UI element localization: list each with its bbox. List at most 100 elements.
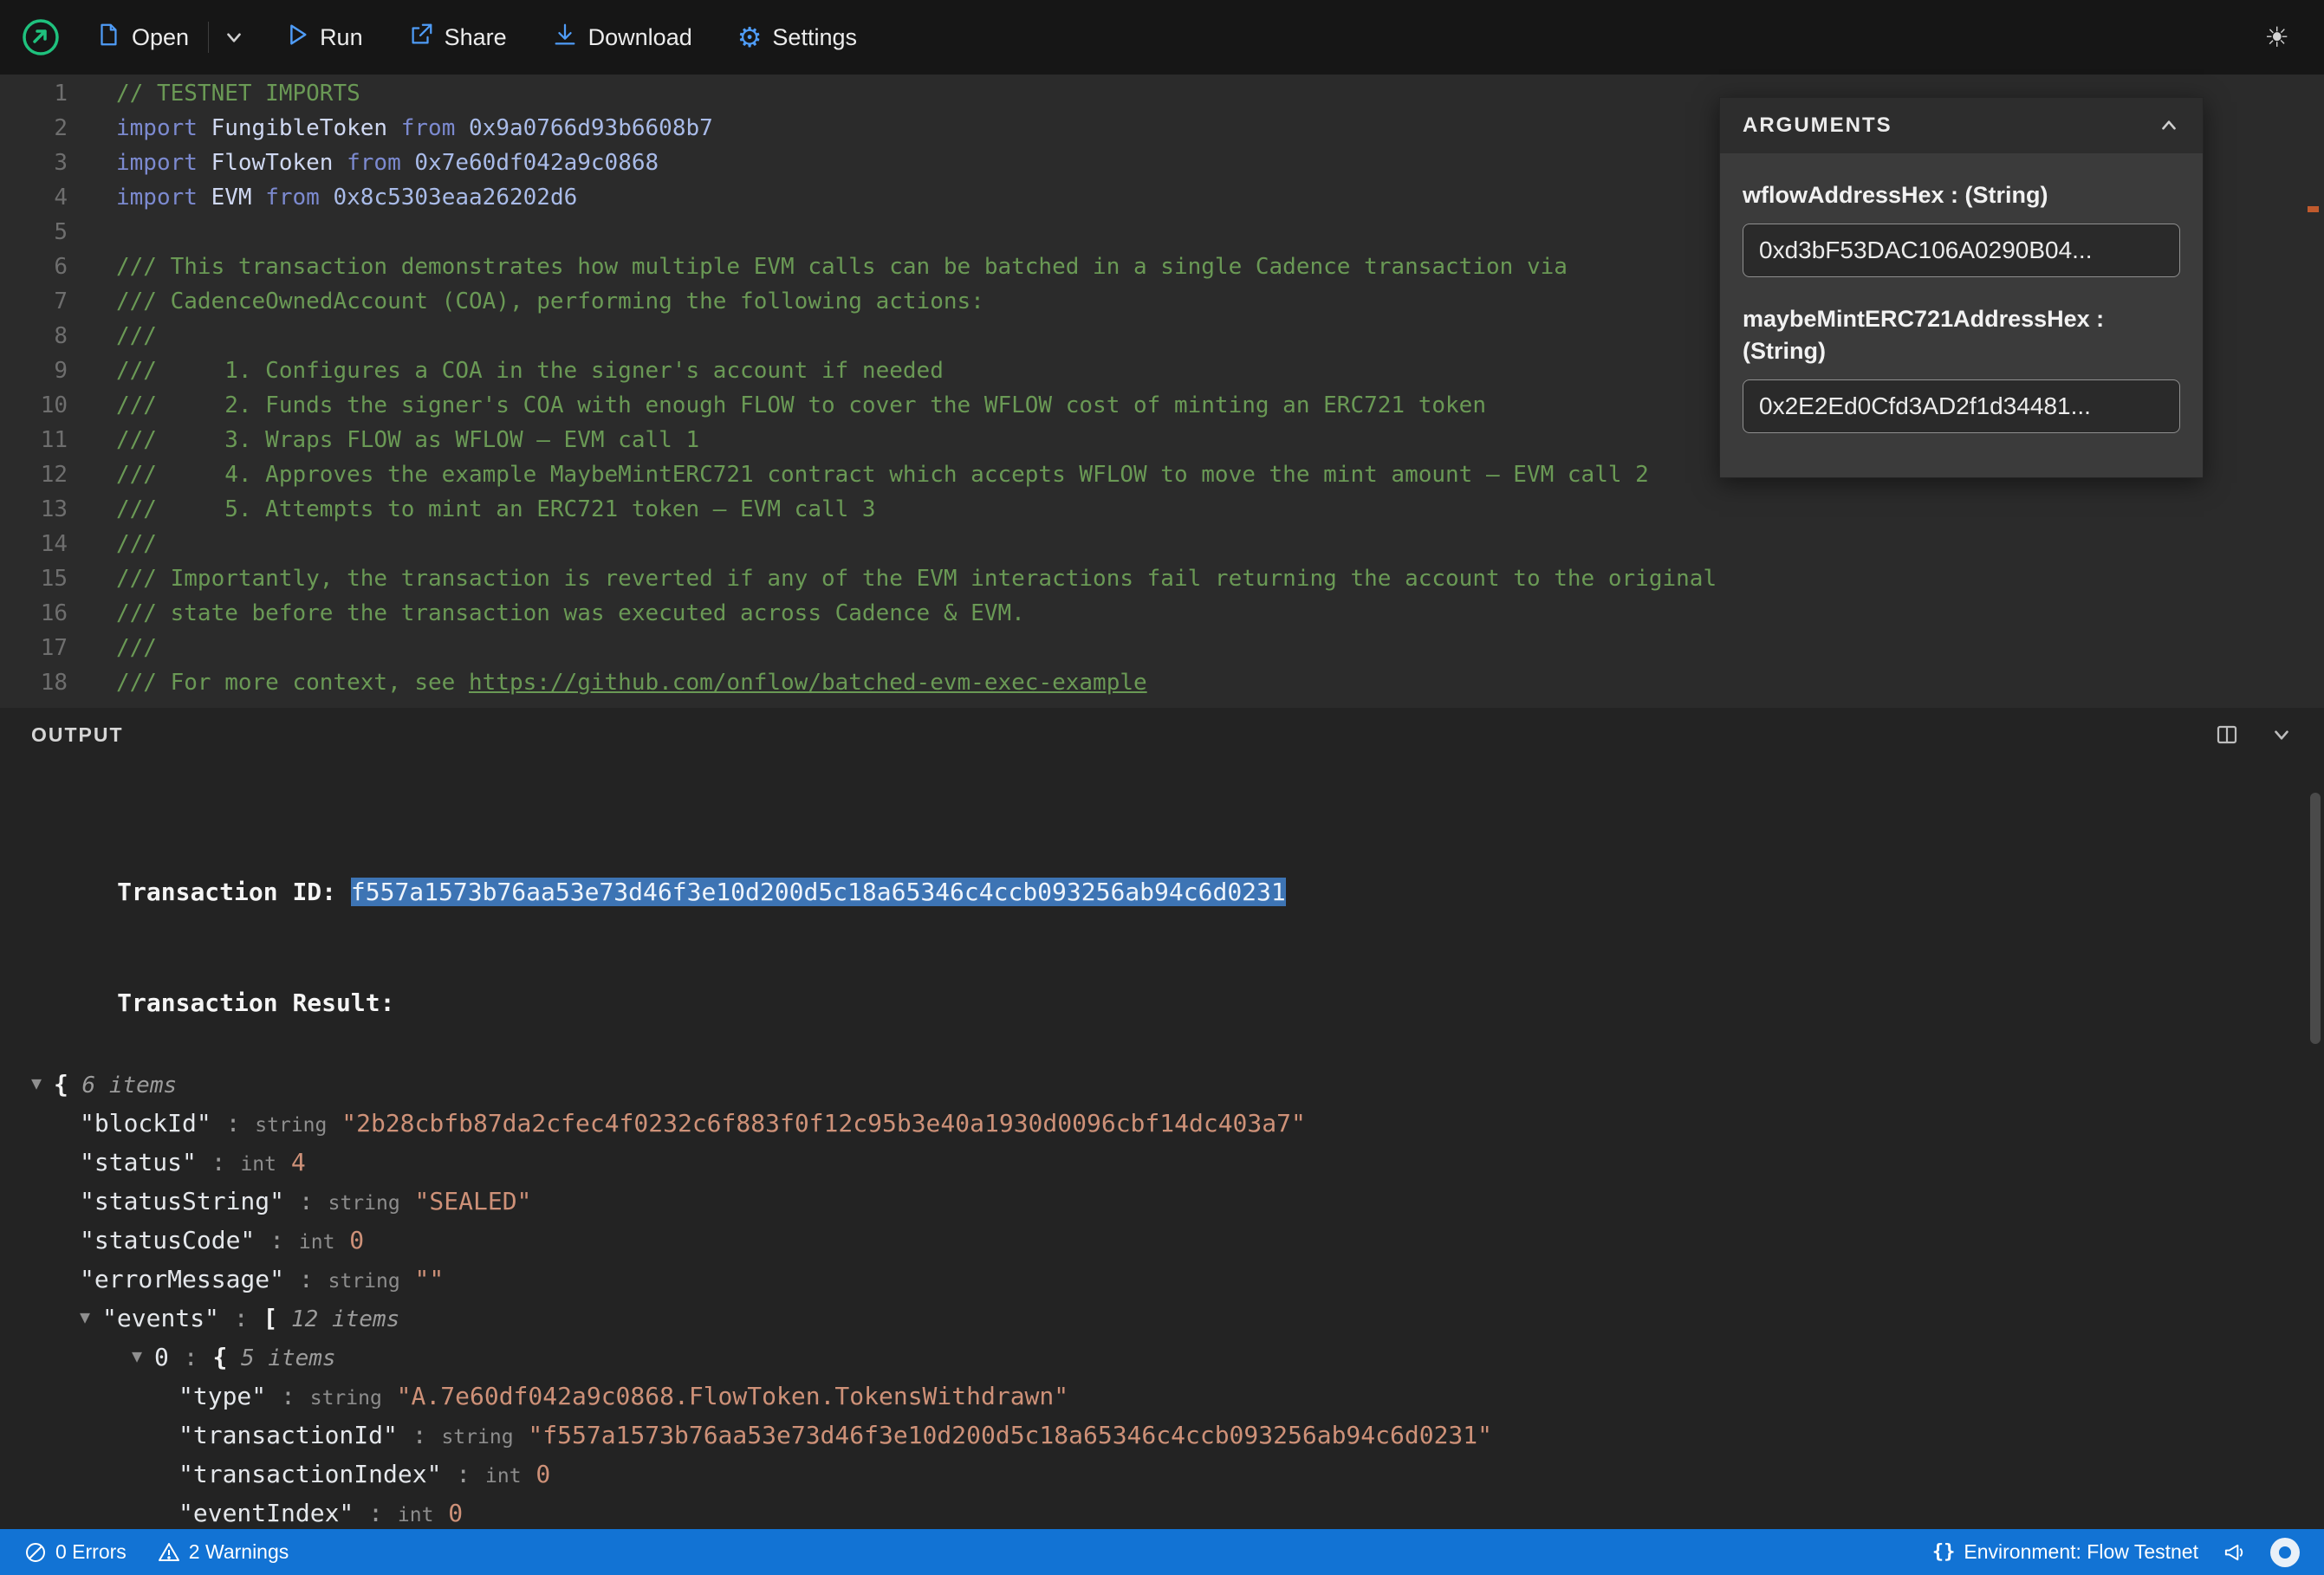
share-icon [408,22,434,54]
code-token-comment: /// Importantly, the transaction is reve… [116,566,1717,592]
code-link[interactable]: https://github.com/onflow/batched-evm-ex… [469,670,1147,696]
expand-toggle-icon[interactable]: ▼ [132,1337,142,1376]
split-view-button[interactable] [2215,723,2239,747]
output-content: Transaction ID: f557a1573b76aa53e73d46f3… [0,762,2324,1529]
overview-ruler-marker [2308,206,2319,212]
open-dropdown-button[interactable] [223,26,245,49]
open-button[interactable]: Open [95,22,189,54]
code-text: /// For more context, see https://github… [68,670,1147,696]
json-num: 4 [276,1148,306,1176]
code-token-keyword: import [116,150,211,176]
json-colon: : [354,1499,398,1527]
toolbar-separator [208,22,210,53]
warnings-status[interactable]: 2 Warnings [158,1540,289,1564]
json-key: "status" [80,1148,197,1176]
output-panel: OUTPUT Transaction ID: f557a1573b76aa53e… [0,708,2324,1529]
code-line: 17 /// [0,631,2324,665]
output-title: OUTPUT [31,723,124,746]
code-text: /// CadenceOwnedAccount (COA), performin… [68,288,984,314]
code-token-address: 0x9a0766d93b6608b7 [469,115,713,141]
json-tree-row: "transactionId" : string "f557a1573b76aa… [0,1416,2324,1455]
split-view-icon [2217,725,2237,744]
environment-status[interactable]: {} Environment: Flow Testnet [1932,1540,2198,1564]
line-number: 1 [54,81,68,107]
json-type: string [328,1192,400,1215]
line-number: 6 [54,254,68,280]
errors-status[interactable]: 0 Errors [24,1540,127,1564]
code-token-comment: /// 2. Funds the signer's COA with enoug… [116,392,1486,418]
json-items: 5 items [227,1345,336,1371]
assistant-icon[interactable] [2270,1537,2300,1567]
code-token-comment: /// state before the transaction was exe… [116,600,1025,626]
line-number: 17 [40,635,68,661]
code-token-comment: // TESTNET IMPORTS [116,81,360,107]
code-text: /// [68,323,157,349]
output-scrollbar[interactable] [2310,793,2321,1044]
json-str: "SEALED" [399,1187,532,1215]
gear-icon: ⚙ [737,21,763,54]
json-type: string [441,1426,514,1449]
json-type: int [240,1153,276,1176]
json-key: "eventIndex" [179,1499,354,1527]
code-token-comment: /// CadenceOwnedAccount (COA), performin… [116,288,984,314]
expand-toggle-icon[interactable]: ▼ [80,1298,90,1337]
json-tree-row: "errorMessage" : string "" [0,1260,2324,1299]
theme-toggle-button[interactable]: ☀ [2264,21,2289,54]
json-type: int [485,1465,522,1488]
json-key: 0 [154,1343,169,1371]
collapse-chevron-up-icon [2162,120,2176,130]
json-type: string [328,1270,400,1293]
json-colon: : [284,1265,328,1293]
transaction-id-label: Transaction ID: [117,878,351,906]
line-number: 14 [40,531,68,557]
share-button[interactable]: Share [408,22,507,54]
argument-input[interactable] [1743,224,2180,278]
code-text: /// Importantly, the transaction is reve… [68,566,1717,592]
code-text: /// [68,635,157,661]
collapse-output-button[interactable] [2270,723,2293,746]
line-number: 18 [40,670,68,696]
flow-logo-icon[interactable] [21,17,61,57]
json-brace: { [54,1070,68,1099]
json-type: string [255,1114,328,1137]
transaction-result-label: Transaction Result: [117,988,395,1017]
download-label: Download [587,23,692,50]
json-tree-row: "eventIndex" : int 0 [0,1494,2324,1529]
json-num: 0 [334,1226,365,1254]
status-bar-right: {} Environment: Flow Testnet [1932,1537,2300,1567]
line-number: 3 [54,150,68,176]
json-items: 6 items [68,1073,178,1099]
json-colon: : [196,1148,241,1176]
code-token-keyword: import [116,115,211,141]
json-key: "events" [102,1304,219,1332]
code-text: /// 5. Attempts to mint an ERC721 token … [68,496,876,522]
announcement-button[interactable] [2223,1540,2246,1564]
settings-button[interactable]: ⚙ Settings [737,23,857,51]
argument-input[interactable] [1743,379,2180,434]
output-header: OUTPUT [0,708,2324,762]
error-icon [26,1542,45,1562]
code-line: 15 /// Importantly, the transaction is re… [0,561,2324,596]
json-colon: : [255,1226,299,1254]
settings-label: Settings [772,23,857,50]
code-token-comment: /// [116,323,157,349]
json-tree-row: "type" : string "A.7e60df042a9c0868.Flow… [0,1377,2324,1416]
json-brace: [ [263,1304,278,1332]
json-tree-row: "statusString" : string "SEALED" [0,1182,2324,1221]
transaction-id-value[interactable]: f557a1573b76aa53e73d46f3e10d200d5c18a653… [350,878,1286,906]
code-token-keyword: import [116,185,211,211]
warnings-label: 2 Warnings [188,1540,289,1563]
code-line: 18/// For more context, see https://gith… [0,665,2324,700]
run-button[interactable]: Run [283,22,363,54]
code-token-comment: /// 5. Attempts to mint an ERC721 token … [116,496,876,522]
code-line: 14 /// [0,527,2324,561]
expand-toggle-icon[interactable]: ▼ [31,1064,42,1103]
download-button[interactable]: Download [552,22,692,54]
code-text: /// [68,531,157,557]
chevron-down-icon [2275,730,2288,740]
arguments-header[interactable]: ARGUMENTS [1720,98,2203,153]
code-token-address: 0x7e60df042a9c0868 [414,150,659,176]
line-number: 13 [40,496,68,522]
line-number: 2 [54,115,68,141]
open-label: Open [132,23,190,50]
